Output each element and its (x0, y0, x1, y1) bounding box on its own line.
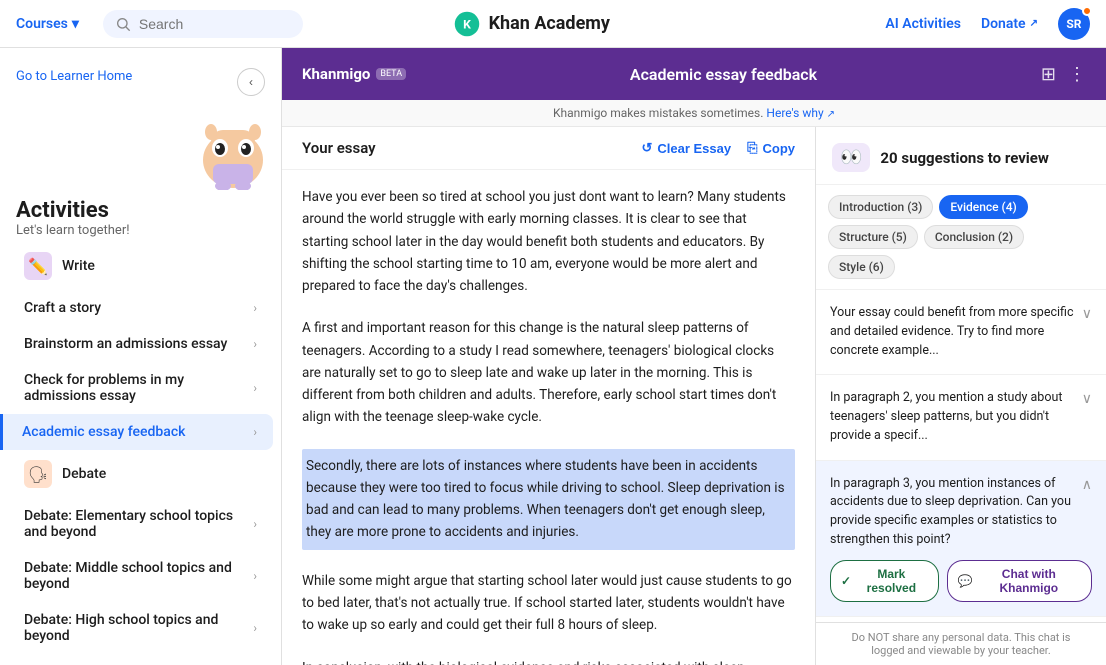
suggestions-mascot-badge: 👀 (832, 143, 870, 172)
external-link-icon: ↗ (1030, 18, 1038, 29)
debate-icon: 🗣 (24, 460, 52, 488)
sidebar: Go to Learner Home ‹ (0, 48, 282, 665)
donate-link[interactable]: Donate ↗ (981, 16, 1038, 32)
essay-paragraph-1: Have you ever been so tired at school yo… (302, 186, 795, 297)
sidebar-item-debate[interactable]: 🗣 Debate (8, 450, 273, 498)
essay-paragraph-4: While some might argue that starting sch… (302, 570, 795, 637)
copy-icon: ⎘ (747, 140, 757, 156)
sidebar-item-craft-story[interactable]: Craft a story › (8, 290, 273, 326)
sidebar-item-debate-middle[interactable]: Debate: Middle school topics and beyond … (8, 550, 273, 602)
suggestion-item-2[interactable]: In paragraph 2, you mention a study abou… (816, 375, 1106, 460)
sidebar-item-brainstorm[interactable]: Brainstorm an admissions essay › (8, 326, 273, 362)
check-icon: ✓ (841, 574, 851, 588)
craft-story-chevron-icon: › (253, 301, 257, 315)
logo-icon: K (453, 10, 481, 38)
search-input[interactable] (139, 16, 279, 32)
debate-high-chevron-icon: › (253, 621, 257, 635)
khanmigo-brand: Khanmigo BETA (302, 65, 406, 83)
debate-elem-chevron-icon: › (253, 517, 257, 531)
clear-essay-button[interactable]: ↺ Clear Essay (641, 140, 731, 156)
activities-section-title: Activities Let's learn together! (0, 190, 281, 242)
suggestion-item-3[interactable]: In paragraph 3, you mention instances of… (816, 461, 1106, 617)
khanmigo-title: Academic essay feedback (630, 65, 817, 84)
learner-home-link[interactable]: Go to Learner Home (16, 69, 132, 84)
academic-feedback-chevron-icon: › (253, 425, 257, 439)
content-area: Khanmigo BETA Academic essay feedback ⊞ … (282, 48, 1106, 665)
write-icon: ✏️ (24, 252, 52, 280)
suggestions-title: 20 suggestions to review (880, 149, 1048, 167)
sidebar-item-check-problems[interactable]: Check for problems in my admissions essa… (8, 362, 273, 414)
essay-paragraph-2: A first and important reason for this ch… (302, 317, 795, 428)
nav-right: AI Activities Donate ↗ SR (885, 8, 1090, 40)
grid-view-button[interactable]: ⊞ (1041, 64, 1056, 85)
site-logo: K Khan Academy (453, 10, 610, 38)
clear-icon: ↺ (641, 140, 652, 156)
search-bar[interactable] (103, 10, 303, 38)
suggestion-3-chevron-icon: ∧ (1082, 477, 1092, 493)
suggestions-mascot-icon: 👀 (840, 147, 862, 168)
filter-style[interactable]: Style (6) (828, 255, 895, 279)
disclaimer-bar: Khanmigo makes mistakes sometimes. Here'… (282, 100, 1106, 127)
filter-evidence[interactable]: Evidence (4) (939, 195, 1027, 219)
filter-structure[interactable]: Structure (5) (828, 225, 918, 249)
suggestions-list: Your essay could benefit from more speci… (816, 290, 1106, 622)
two-column-layout: Your essay ↺ Clear Essay ⎘ Copy Have you… (282, 127, 1106, 665)
check-problems-chevron-icon: › (253, 381, 257, 395)
courses-chevron-icon: ▾ (72, 16, 79, 32)
debate-middle-chevron-icon: › (253, 569, 257, 583)
top-navigation: Courses ▾ K Khan Academy AI Activities D… (0, 0, 1106, 48)
sidebar-item-debate-high[interactable]: Debate: High school topics and beyond › (8, 602, 273, 654)
sidebar-learner-home: Go to Learner Home ‹ (0, 60, 281, 100)
essay-toolbar: Your essay ↺ Clear Essay ⎘ Copy (282, 127, 815, 170)
user-avatar[interactable]: SR (1058, 8, 1090, 40)
filter-tags: Introduction (3) Evidence (4) Structure … (816, 185, 1106, 290)
ai-activities-link[interactable]: AI Activities (885, 16, 961, 32)
chat-icon: 💬 (958, 574, 973, 588)
sidebar-mascot (0, 100, 281, 190)
essay-paragraph-5: In conclusion, with the biological evide… (302, 657, 795, 665)
external-link-small-icon: ↗ (827, 109, 835, 120)
bottom-bar: Do NOT share any personal data. This cha… (816, 622, 1106, 665)
essay-label: Your essay (302, 139, 376, 157)
disclaimer-link[interactable]: Here's why ↗ (766, 106, 835, 120)
khanmigo-header: Khanmigo BETA Academic essay feedback ⊞ … (282, 48, 1106, 100)
filter-conclusion[interactable]: Conclusion (2) (924, 225, 1024, 249)
khanmigo-actions: ⊞ ⋮ (1041, 64, 1086, 85)
essay-panel: Your essay ↺ Clear Essay ⎘ Copy Have you… (282, 127, 816, 665)
essay-actions: ↺ Clear Essay ⎘ Copy (641, 140, 795, 156)
more-options-button[interactable]: ⋮ (1068, 64, 1086, 85)
search-icon (115, 16, 131, 32)
sidebar-item-academic-feedback[interactable]: Academic essay feedback › (0, 414, 273, 450)
mark-resolved-button[interactable]: ✓ Mark resolved (830, 560, 939, 602)
filter-introduction[interactable]: Introduction (3) (828, 195, 933, 219)
suggestion-1-chevron-icon: ∨ (1082, 306, 1092, 322)
essay-paragraph-3: Secondly, there are lots of instances wh… (302, 449, 795, 550)
sidebar-item-debate-elem[interactable]: Debate: Elementary school topics and bey… (8, 498, 273, 550)
mascot-illustration (193, 100, 273, 190)
suggestion-item-1[interactable]: Your essay could benefit from more speci… (816, 290, 1106, 375)
sidebar-collapse-button[interactable]: ‹ (237, 68, 265, 96)
copy-essay-button[interactable]: ⎘ Copy (747, 140, 795, 156)
sidebar-item-write[interactable]: ✏️ Write (8, 242, 273, 290)
svg-text:K: K (463, 17, 471, 31)
courses-menu[interactable]: Courses ▾ (16, 16, 79, 32)
notification-dot (1082, 6, 1092, 16)
chat-khanmigo-button[interactable]: 💬 Chat with Khanmigo (947, 560, 1092, 602)
brainstorm-chevron-icon: › (253, 337, 257, 351)
suggestions-header: 👀 20 suggestions to review (816, 127, 1106, 185)
suggestions-panel: 👀 20 suggestions to review Introduction … (816, 127, 1106, 665)
suggestion-2-chevron-icon: ∨ (1082, 391, 1092, 407)
essay-content[interactable]: Have you ever been so tired at school yo… (282, 170, 815, 665)
suggestion-3-actions: ✓ Mark resolved 💬 Chat with Khanmigo (830, 560, 1092, 602)
